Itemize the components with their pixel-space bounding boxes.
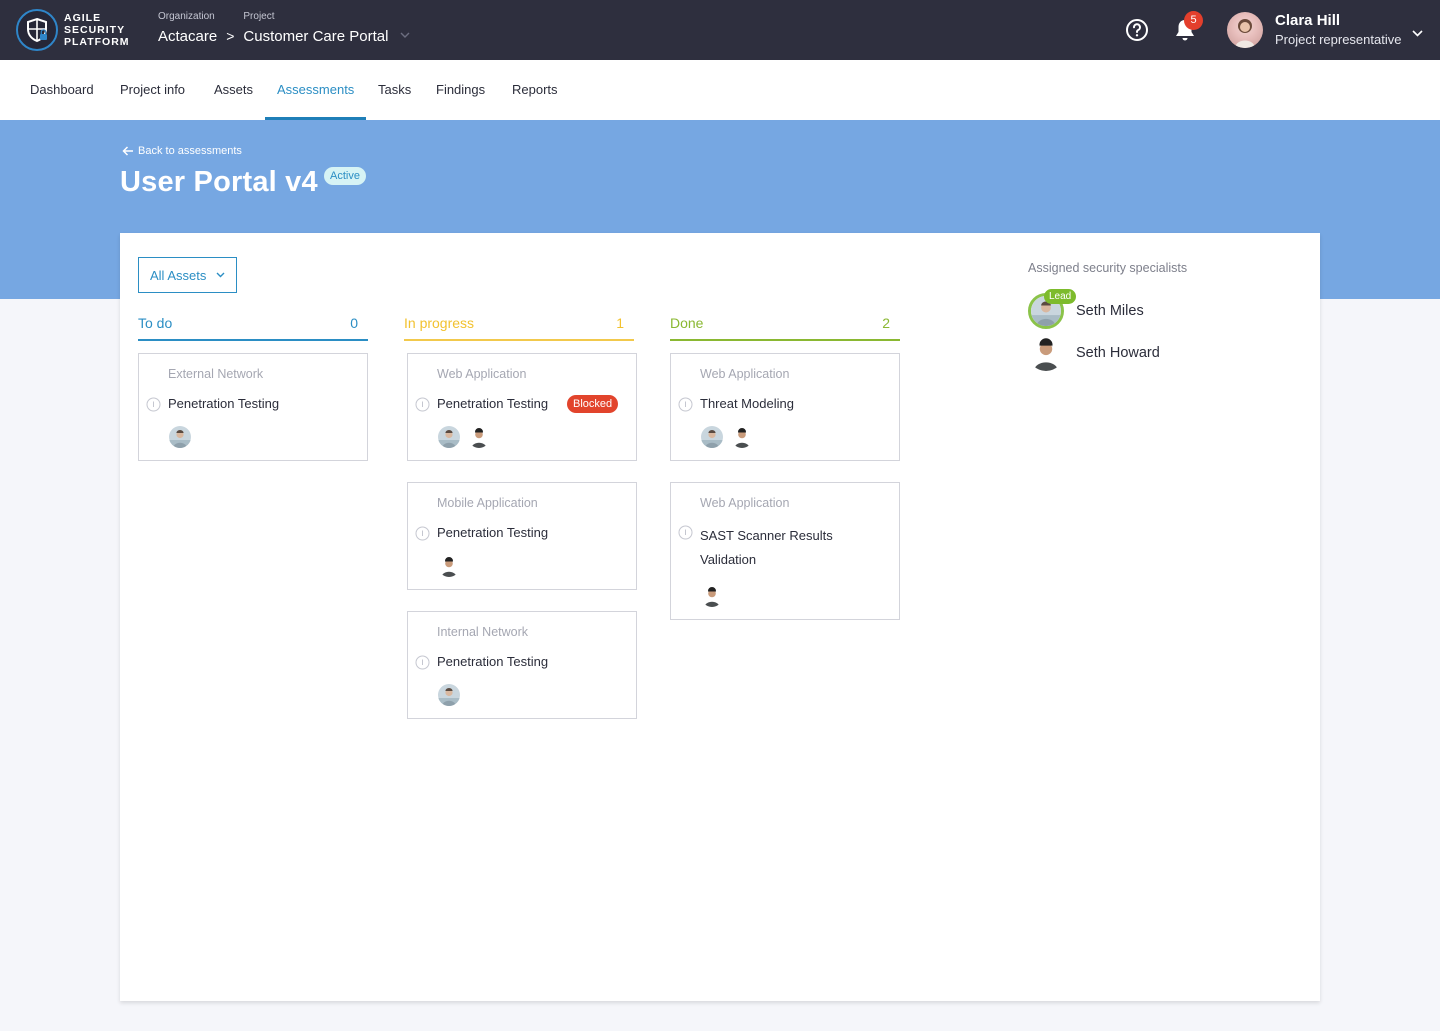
user-role: Project representative [1275, 32, 1402, 47]
page-title: User Portal v4 [120, 166, 318, 198]
assignee-avatar [701, 426, 723, 448]
asset-filter-value: All Assets [150, 267, 207, 283]
card-title: Penetration Testing [168, 396, 280, 411]
card-title: Threat Modeling [700, 396, 794, 411]
column-title: Done [670, 315, 704, 331]
tab-dashboard[interactable]: Dashboard [30, 60, 94, 120]
card-asset-name: Internal Network [437, 625, 529, 639]
assessment-card[interactable]: External Network Penetration Testing [138, 353, 368, 461]
logo-line: SECURITY [64, 24, 126, 36]
assignee-avatar [731, 426, 753, 448]
specialists-title: Assigned security specialists [1028, 261, 1188, 275]
help-icon[interactable] [1125, 18, 1149, 42]
tab-reports[interactable]: Reports [512, 60, 558, 120]
assignee-avatar [169, 426, 191, 448]
column-title: To do [138, 315, 173, 331]
breadcrumb-project[interactable]: Project Customer Care Portal [243, 11, 388, 45]
column-divider-done [670, 339, 900, 341]
assessment-card[interactable]: Web Application Penetration Testing Bloc… [407, 353, 637, 461]
card-title: Penetration Testing [437, 654, 549, 669]
info-icon[interactable] [415, 397, 430, 412]
project-value[interactable]: Customer Care Portal [243, 28, 388, 45]
info-icon[interactable] [678, 397, 693, 412]
column-divider-todo [138, 339, 368, 341]
column-count: 2 [882, 315, 890, 331]
tab-project-info[interactable]: Project info [120, 60, 185, 120]
column-count: 1 [616, 315, 624, 331]
assessment-card[interactable]: Web Application SAST Scanner Results Val… [670, 482, 900, 620]
card-asset-name: Mobile Application [437, 496, 538, 510]
card-title-line: Validation [700, 552, 757, 567]
logo-line: PLATFORM [64, 36, 130, 48]
specialist-item[interactable]: Seth Howard [1028, 335, 1160, 371]
asset-filter-dropdown[interactable]: All Assets [138, 257, 237, 293]
shield-lock-icon [16, 9, 58, 51]
back-to-assessments-link[interactable]: Back to assessments [122, 145, 242, 157]
specialist-avatar [1028, 335, 1064, 371]
app-logo[interactable]: AGILE SECURITY PLATFORM [16, 9, 130, 51]
user-menu-chevron-down-icon[interactable] [1412, 24, 1423, 42]
card-asset-name: Web Application [700, 496, 790, 510]
specialist-name: Seth Howard [1076, 345, 1160, 361]
chevron-down-icon [216, 272, 225, 278]
main-nav: Dashboard Project info Assets Assessment… [0, 60, 1440, 120]
user-name[interactable]: Clara Hill [1275, 12, 1340, 29]
assessment-board-panel: All Assets To do 0 In progress 1 Done 2 … [120, 233, 1320, 1001]
project-label: Project [243, 11, 275, 22]
info-icon[interactable] [678, 525, 693, 540]
status-badge: Active [324, 167, 366, 185]
notification-count-badge: 5 [1184, 11, 1203, 30]
breadcrumb-organization[interactable]: Organization Actacare [158, 11, 217, 45]
assessment-card[interactable]: Mobile Application Penetration Testing [407, 482, 637, 590]
assignee-avatar [438, 555, 460, 577]
user-avatar[interactable] [1227, 12, 1263, 48]
logo-text: AGILE SECURITY PLATFORM [64, 12, 130, 48]
column-divider-in-progress [404, 339, 634, 341]
assignee-avatar [438, 426, 460, 448]
specialist-name: Seth Miles [1076, 303, 1144, 319]
column-header-done: Done 2 [670, 315, 900, 341]
assessment-card[interactable]: Internal Network Penetration Testing [407, 611, 637, 719]
card-title: Penetration Testing [437, 396, 549, 411]
column-header-in-progress: In progress 1 [404, 315, 634, 341]
assignee-avatar [468, 426, 490, 448]
card-asset-name: Web Application [700, 367, 790, 381]
tab-findings[interactable]: Findings [436, 60, 485, 120]
card-title: Penetration Testing [437, 525, 549, 540]
blocked-badge: Blocked [567, 395, 619, 413]
top-bar: AGILE SECURITY PLATFORM Organization Act… [0, 0, 1440, 60]
lead-badge: Lead [1044, 289, 1077, 304]
arrow-left-icon [122, 146, 133, 156]
assignee-avatar [438, 684, 460, 706]
info-icon[interactable] [415, 655, 430, 670]
assignee-avatar [701, 585, 723, 607]
card-title-line: SAST Scanner Results [700, 528, 833, 543]
column-header-todo: To do 0 [138, 315, 368, 341]
column-title: In progress [404, 315, 475, 331]
assessment-card[interactable]: Web Application Threat Modeling [670, 353, 900, 461]
column-count: 0 [350, 315, 358, 331]
tab-assets[interactable]: Assets [214, 60, 253, 120]
organization-value[interactable]: Actacare [158, 28, 217, 45]
logo-line: AGILE [64, 12, 102, 24]
card-asset-name: External Network [168, 367, 264, 381]
info-icon[interactable] [415, 526, 430, 541]
tab-assessments[interactable]: Assessments [277, 60, 354, 120]
organization-label: Organization [158, 11, 215, 22]
tab-tasks[interactable]: Tasks [378, 60, 411, 120]
breadcrumb-separator: > [226, 28, 235, 44]
info-icon[interactable] [146, 397, 161, 412]
breadcrumb: Organization Actacare > Project Customer… [158, 11, 410, 45]
back-link-label: Back to assessments [138, 145, 242, 157]
project-chevron-down-icon[interactable] [400, 25, 410, 43]
card-asset-name: Web Application [437, 367, 527, 381]
